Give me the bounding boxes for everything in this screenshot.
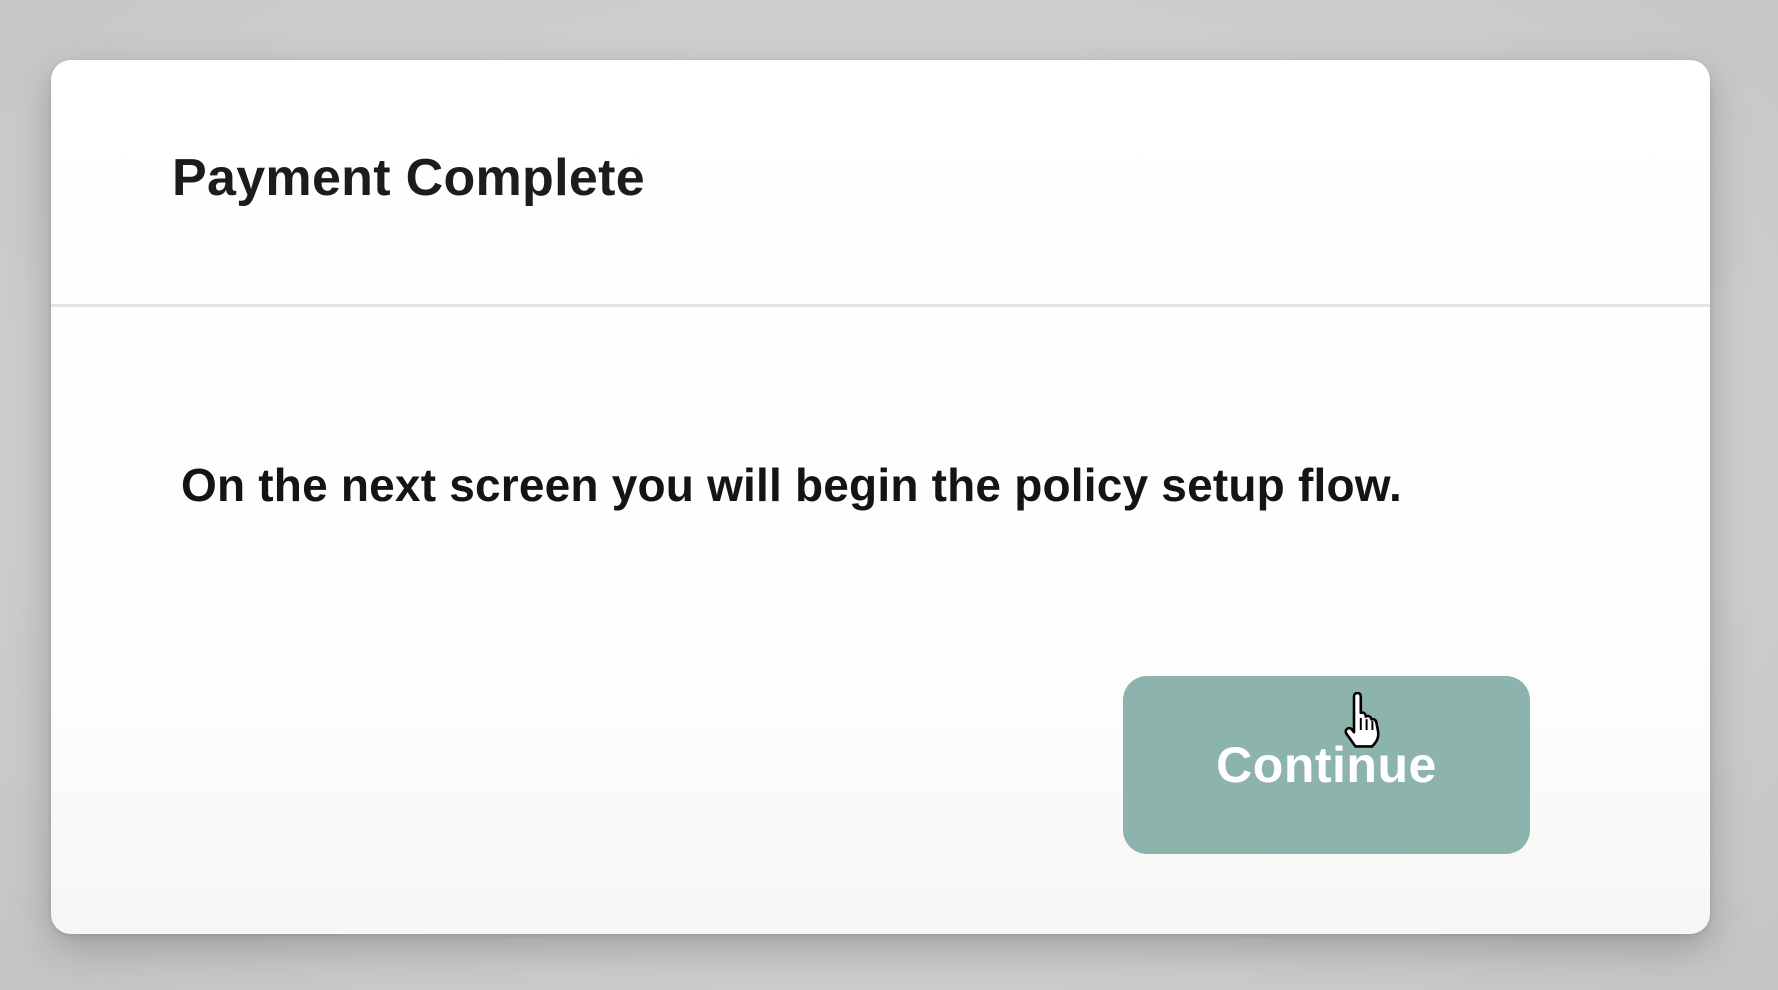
continue-button[interactable]: Continue xyxy=(1123,676,1530,854)
dialog-title: Payment Complete xyxy=(172,149,645,207)
dialog-message: On the next screen you will begin the po… xyxy=(181,459,1403,511)
dialog-header: Payment Complete xyxy=(51,60,1710,307)
